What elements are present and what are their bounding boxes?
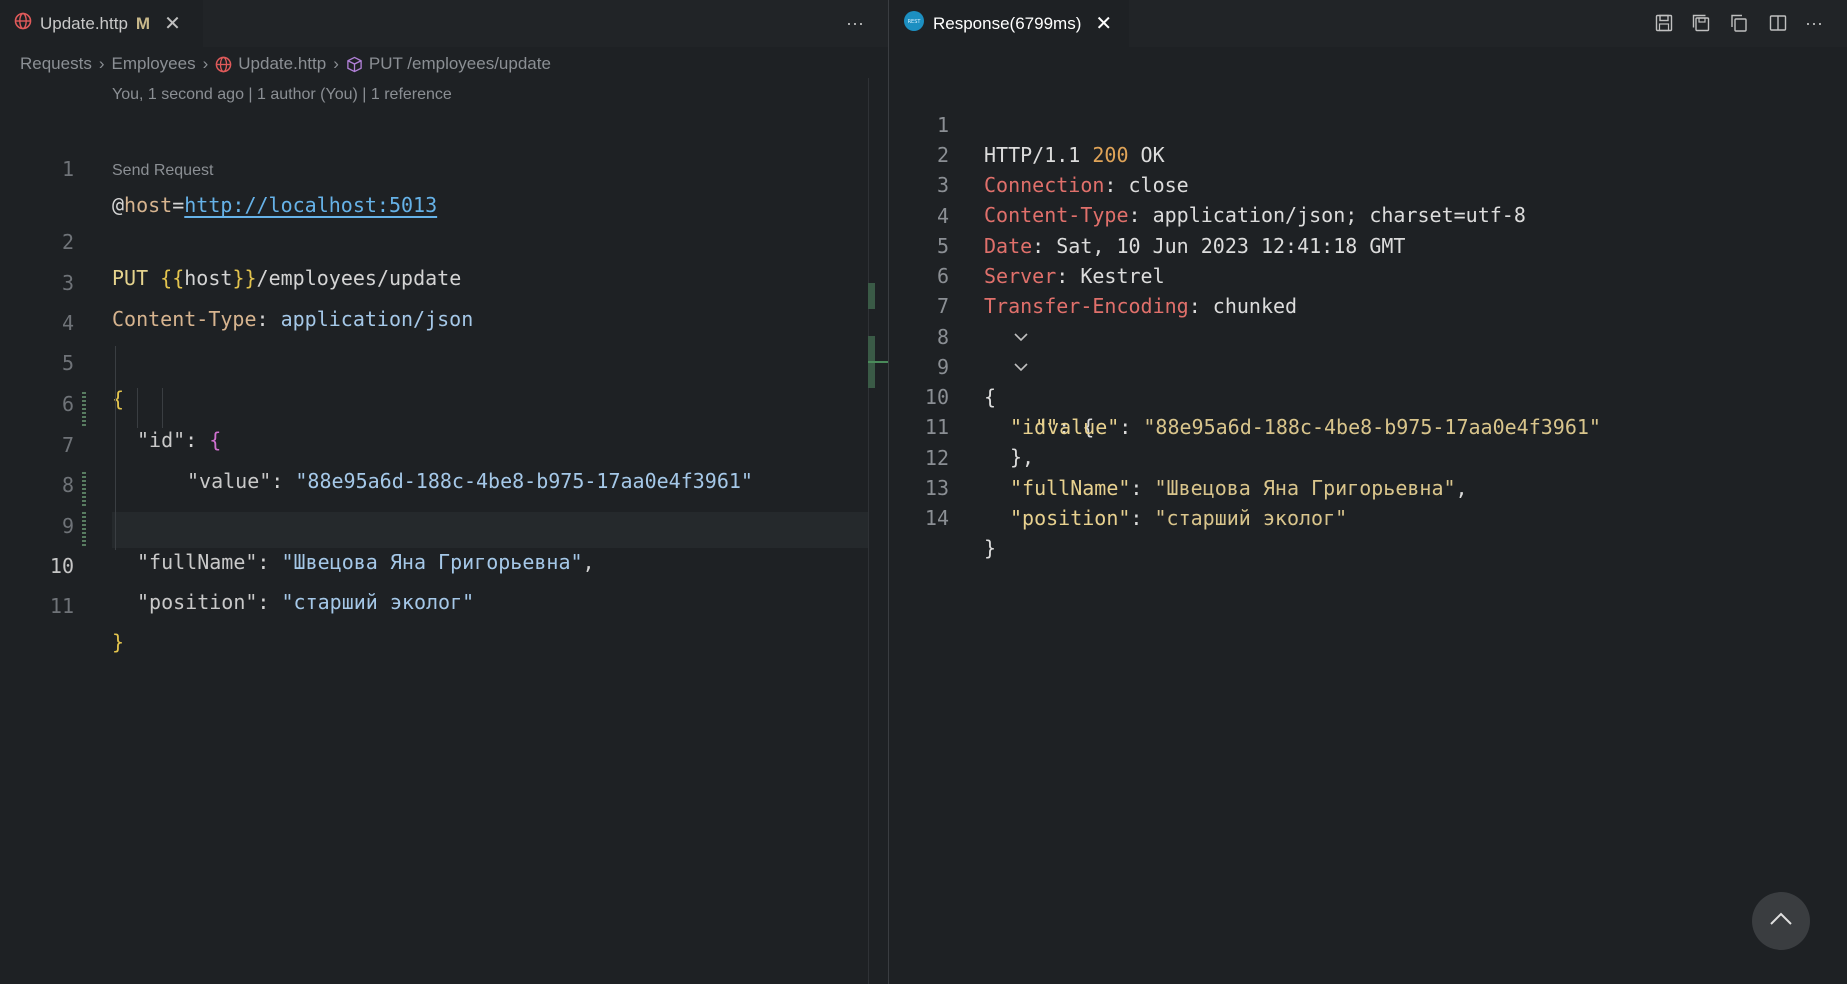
code-line: 7 "value": "88e95a6d-188c-4be8-b975-17aa…: [0, 391, 868, 493]
response-line: 1 HTTP/1.1 200 OK: [889, 80, 1847, 167]
save-icon[interactable]: [1651, 10, 1677, 36]
line-number: 1: [61, 157, 74, 181]
indent-guide: [115, 346, 116, 550]
more-actions-button[interactable]: ···: [1801, 10, 1827, 36]
json-key: "position": [1010, 506, 1131, 530]
cube-icon: [346, 56, 363, 73]
response-line: 7: [889, 261, 1847, 318]
response-line: 13 "position": "старший эколог": [889, 443, 1847, 530]
code-line: 5 {: [0, 309, 868, 411]
git-modified-gutter[interactable]: [82, 472, 86, 506]
response-line: 12 "fullName": "Швецова Яна Григорьевна"…: [889, 413, 1847, 500]
save-body-icon[interactable]: [1688, 10, 1714, 36]
line-number: 9: [61, 514, 74, 538]
response-line: 11 },: [889, 382, 1847, 469]
json-string: "старший эколог": [281, 590, 475, 614]
git-blame-annotation[interactable]: You, 1 second ago | 1 author (You) | 1 r…: [112, 86, 452, 104]
response-line: 5 Server: Kestrel: [889, 201, 1847, 288]
globe-icon: [14, 12, 32, 35]
code-line: 11 }: [0, 552, 868, 654]
chevron-right-icon: ›: [202, 54, 209, 73]
tab-update-http[interactable]: Update.http M ✕: [0, 0, 203, 47]
colon: :: [257, 590, 282, 614]
line-text[interactable]: }: [984, 533, 996, 563]
tab-response[interactable]: REST Response(6799ms) ✕: [889, 0, 1129, 47]
indent-guide: [137, 388, 138, 428]
code-line: 4: [0, 269, 868, 335]
overview-ruler[interactable]: [868, 78, 869, 984]
response-line: 9 "id": {: [889, 322, 1847, 439]
send-request-codelens[interactable]: Send Request: [112, 162, 213, 180]
breadcrumb: Requests › Employees › Update.http › PUT…: [20, 52, 551, 76]
scroll-to-top-button[interactable]: [1752, 892, 1810, 950]
globe-icon: [215, 56, 232, 73]
chevron-right-icon: ›: [98, 54, 105, 73]
more-actions-button[interactable]: ···: [842, 10, 868, 36]
tab-title: Response(6799ms): [933, 13, 1082, 33]
code-line: 8 },: [0, 431, 868, 533]
modified-indicator: M: [135, 13, 151, 33]
response-line: 10 "value": "88e95a6d-188c-4be8-b975-17a…: [889, 352, 1847, 439]
copy-icon[interactable]: [1726, 10, 1752, 36]
svg-text:REST: REST: [908, 19, 922, 25]
breadcrumb-requests[interactable]: Requests: [20, 54, 92, 74]
response-line: 2 Connection: close: [889, 110, 1847, 197]
line-number: 11: [49, 594, 74, 618]
response-pane: REST Response(6799ms) ✕ ··· 1 HTTP/1.1 2…: [889, 0, 1847, 984]
chevron-right-icon: ›: [333, 54, 339, 73]
line-text[interactable]: "position": "старший эколог": [1010, 503, 1347, 533]
response-line: 6 Transfer-Encoding: chunked: [889, 231, 1847, 318]
response-line: 8 {: [889, 292, 1847, 409]
git-modified-gutter[interactable]: [82, 392, 86, 426]
overview-ruler-cursor: [868, 361, 888, 363]
overview-ruler-change-mark: [868, 283, 875, 309]
code-line: 6 "id": {: [0, 350, 868, 452]
git-modified-gutter[interactable]: [82, 512, 86, 546]
line-text[interactable]: }: [112, 624, 124, 660]
code-line: 9 "fullName": "Швецова Яна Григорьевна",: [0, 472, 868, 574]
indent-guide: [162, 388, 163, 428]
code-line: 3 Content-Type: application/json: [0, 229, 868, 331]
close-tab-button[interactable]: ✕: [164, 14, 181, 34]
active-code-line: 10 "position": "старший эколог": [50, 512, 868, 614]
json-key: "position": [137, 590, 258, 614]
breadcrumb-employees[interactable]: Employees: [112, 54, 196, 74]
request-editor-pane: Update.http M ✕ ··· Requests › Employees…: [0, 0, 888, 984]
rest-client-icon: REST: [903, 10, 925, 37]
line-text[interactable]: "position": "старший эколог": [137, 584, 474, 620]
breadcrumb-request[interactable]: PUT /employees/update: [369, 54, 551, 74]
breadcrumb-file[interactable]: Update.http: [238, 54, 326, 74]
line-number: 14: [924, 506, 949, 530]
tab-title: Update.http: [40, 13, 128, 33]
chevron-up-icon: [1768, 911, 1794, 932]
code-line: 1 @host=http://localhost:5013: [0, 115, 868, 217]
split-editor-icon[interactable]: [1765, 10, 1791, 36]
code-line: 2 PUT {{host}}/employees/update: [0, 188, 868, 290]
right-tab-bar: REST Response(6799ms) ✕ ···: [889, 0, 1847, 47]
response-line: 4 Date: Sat, 10 Jun 2023 12:41:18 GMT: [889, 171, 1847, 258]
response-line: 14 }: [889, 473, 1847, 560]
response-line: 3 Content-Type: application/json; charse…: [889, 140, 1847, 227]
colon: :: [1130, 506, 1155, 530]
json-string: "старший эколог": [1154, 506, 1348, 530]
left-tab-bar: Update.http M ✕ ···: [0, 0, 888, 47]
close-tab-button[interactable]: ✕: [1095, 14, 1112, 34]
